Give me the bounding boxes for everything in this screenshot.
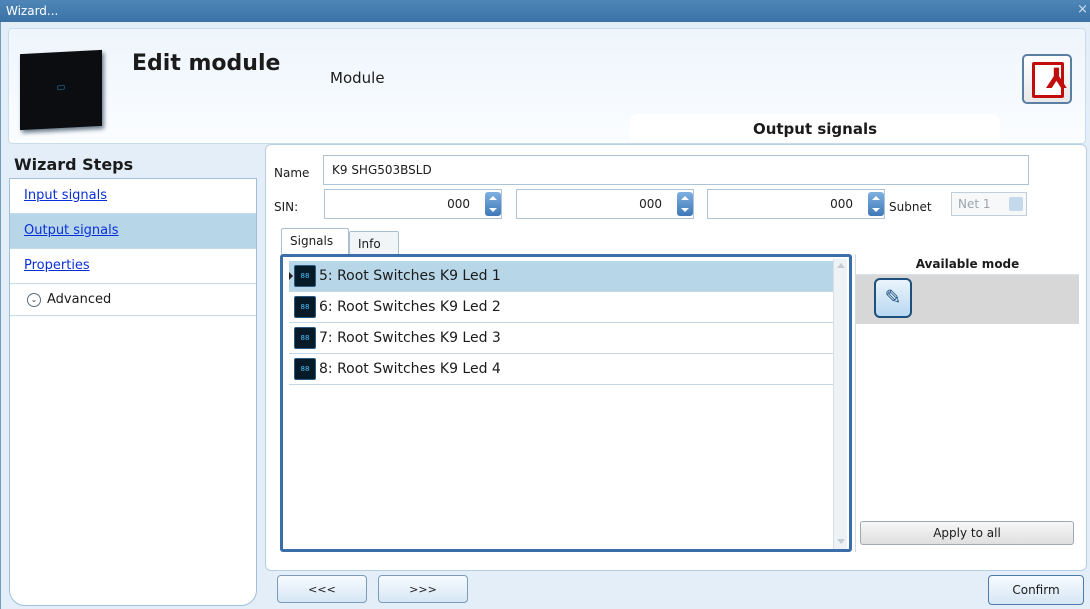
sin-2-spinner[interactable]	[677, 192, 693, 216]
page-title: Edit module	[132, 51, 281, 76]
wizard-steps-panel: Input signals Output signals Properties …	[9, 178, 257, 606]
signals-list[interactable]: 88 5: Root Switches K9 Led 1 88 6: Root …	[280, 254, 852, 552]
sin-field-2[interactable]: 000	[516, 189, 694, 219]
apply-to-all-button[interactable]: Apply to all	[860, 521, 1074, 545]
window-titlebar: Wizard... ×	[0, 0, 1090, 22]
subnet-value: Net 1	[958, 197, 991, 211]
led-display-icon: 88	[294, 265, 316, 287]
scroll-down-icon[interactable]	[837, 539, 845, 544]
step-output-signals[interactable]: Output signals	[10, 214, 256, 249]
list-item[interactable]: 88 8: Root Switches K9 Led 4	[289, 354, 837, 385]
tab-signals[interactable]: Signals	[281, 228, 349, 254]
step-link-input-signals[interactable]: Input signals	[24, 188, 107, 203]
close-icon[interactable]: ×	[1077, 2, 1088, 17]
chevron-down-icon	[1009, 197, 1023, 211]
list-item[interactable]: 88 7: Root Switches K9 Led 3	[289, 323, 837, 354]
sin-label: SIN:	[274, 200, 299, 214]
led-display-icon: 88	[294, 296, 316, 318]
available-mode-panel: Available mode ✎	[855, 254, 1079, 552]
light-bulb-icon[interactable]: ✎	[874, 278, 912, 318]
step-link-properties[interactable]: Properties	[24, 258, 90, 273]
led-display-icon: 88	[294, 358, 316, 380]
advanced-expander[interactable]: ⌄ Advanced	[10, 284, 256, 316]
back-button[interactable]: <<<	[277, 575, 367, 603]
sin-field-1[interactable]: 000	[324, 189, 502, 219]
sin-1-spinner[interactable]	[485, 192, 501, 216]
module-thumbnail	[20, 49, 102, 131]
led-display-icon: 88	[294, 327, 316, 349]
subnet-select[interactable]: Net 1	[951, 192, 1027, 216]
list-item[interactable]: 88 6: Root Switches K9 Led 2	[289, 292, 837, 323]
signal-label: 8: Root Switches K9 Led 4	[319, 361, 501, 377]
step-properties[interactable]: Properties	[10, 249, 256, 284]
list-item[interactable]: 88 5: Root Switches K9 Led 1	[289, 261, 837, 292]
section-tab-output-signals: Output signals	[630, 114, 1000, 140]
page-subtitle: Module	[330, 69, 385, 87]
chevron-down-icon: ⌄	[27, 293, 41, 307]
wizard-steps-title: Wizard Steps	[14, 155, 134, 174]
advanced-label: Advanced	[47, 292, 112, 307]
scroll-up-icon[interactable]	[837, 263, 845, 268]
available-mode-header: Available mode	[856, 254, 1079, 275]
signal-label: 6: Root Switches K9 Led 2	[319, 299, 501, 315]
name-label: Name	[274, 166, 310, 180]
row-pointer-icon	[289, 272, 293, 280]
list-scrollbar[interactable]	[833, 259, 847, 549]
subnet-label: Subnet	[889, 200, 932, 214]
section-tab-label: Output signals	[752, 120, 878, 138]
pdf-glyph: ⅄	[1046, 62, 1068, 95]
pdf-button[interactable]: ⅄	[1022, 54, 1072, 104]
signal-label: 5: Root Switches K9 Led 1	[319, 268, 501, 284]
name-field[interactable]: K9 SHG503BSLD	[323, 155, 1029, 185]
window-title: Wizard...	[6, 4, 59, 18]
next-button[interactable]: >>>	[378, 575, 468, 603]
confirm-button[interactable]: Confirm	[988, 575, 1084, 605]
mode-band: ✎	[856, 275, 1079, 324]
tab-info[interactable]: Info	[349, 231, 399, 254]
step-link-output-signals[interactable]: Output signals	[24, 223, 119, 238]
step-input-signals[interactable]: Input signals	[10, 179, 256, 214]
sin-3-spinner[interactable]	[868, 192, 884, 216]
signal-label: 7: Root Switches K9 Led 3	[319, 330, 501, 346]
sin-field-3[interactable]: 000	[707, 189, 885, 219]
